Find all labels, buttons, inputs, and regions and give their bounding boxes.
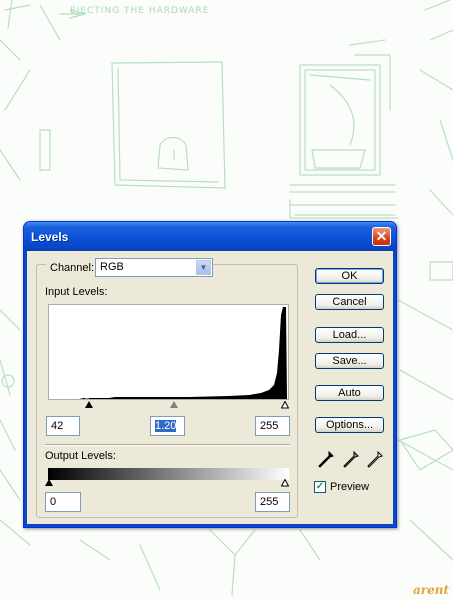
output-levels-label: Output Levels: <box>45 450 116 462</box>
chevron-down-icon[interactable]: ▼ <box>196 260 211 275</box>
load-button[interactable]: Load... <box>315 327 384 343</box>
output-black-field[interactable]: 0 <box>45 492 81 512</box>
ok-button[interactable]: OK <box>315 268 384 284</box>
black-eyedropper-icon[interactable] <box>318 451 334 469</box>
output-gradient-bar <box>48 468 289 480</box>
channel-select[interactable]: RGB ▼ <box>95 258 213 277</box>
channel-label: Channel: <box>46 262 99 274</box>
white-eyedropper-icon[interactable] <box>367 451 383 469</box>
histogram <box>48 304 289 400</box>
output-white-slider[interactable] <box>281 479 289 487</box>
input-white-field[interactable]: 255 <box>255 416 290 436</box>
close-button[interactable]: ✕ <box>372 227 391 246</box>
input-black-slider[interactable] <box>85 401 93 408</box>
input-black-field[interactable]: 42 <box>46 416 80 436</box>
output-black-slider[interactable] <box>45 479 53 486</box>
channel-value: RGB <box>100 261 124 273</box>
dialog-title: Levels <box>31 230 69 244</box>
save-button[interactable]: Save... <box>315 353 384 369</box>
input-gamma-slider[interactable] <box>170 401 178 408</box>
levels-dialog: Levels ✕ Channel: RGB ▼ Input Levels: 42… <box>23 221 397 528</box>
gray-eyedropper-icon[interactable] <box>343 451 359 469</box>
title-bar[interactable]: Levels ✕ <box>24 222 396 251</box>
watermark-logo: arent <box>413 583 449 597</box>
cancel-button[interactable]: Cancel <box>315 294 384 310</box>
preview-checkbox[interactable]: ✓ <box>314 481 326 493</box>
preview-label[interactable]: Preview <box>330 481 370 493</box>
output-white-field[interactable]: 255 <box>255 492 290 512</box>
options-button[interactable]: Options... <box>315 417 384 433</box>
input-levels-label: Input Levels: <box>45 286 108 298</box>
auto-button[interactable]: Auto <box>315 385 384 401</box>
histogram-graph <box>49 307 287 399</box>
sketch-caption: EJECTING THE HARDWARE <box>70 6 210 16</box>
input-gamma-field[interactable]: 1.20 <box>150 416 185 436</box>
input-white-slider-outline <box>281 401 289 409</box>
close-icon: ✕ <box>375 228 388 244</box>
section-divider <box>45 444 290 446</box>
